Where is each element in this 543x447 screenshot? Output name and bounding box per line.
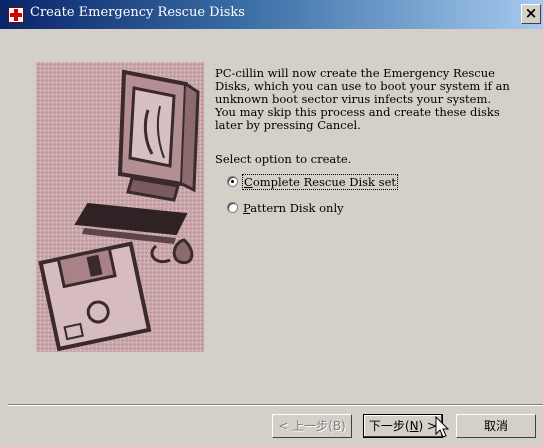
option-label-rest: omplete Rescue Disk set [252, 175, 396, 189]
radio-button-unchecked[interactable] [227, 202, 238, 213]
separator-highlight [8, 405, 543, 406]
next-button[interactable]: 下一步(N) > [363, 414, 443, 438]
back-button[interactable]: < 上一步(B) [272, 414, 352, 438]
intro-message: PC-cillin will now create the Emergency … [215, 66, 510, 132]
mnemonic-letter: C [244, 175, 253, 189]
rescue-cross-icon [8, 7, 24, 23]
cancel-button[interactable]: 取消 [456, 414, 536, 438]
select-option-label: Select option to create. [215, 152, 352, 166]
option-label: Complete Rescue Disk set [242, 174, 398, 190]
next-mnemonic: N [409, 419, 419, 433]
title-bar[interactable]: Create Emergency Rescue Disks × [0, 0, 543, 29]
option-complete-rescue-disk-set[interactable]: Complete Rescue Disk set [227, 174, 398, 191]
next-label: 下一步( [368, 419, 410, 433]
window-title: Create Emergency Rescue Disks [30, 5, 245, 20]
option-pattern-disk-only[interactable]: Pattern Disk only [227, 201, 344, 217]
rescue-disk-dialog: Create Emergency Rescue Disks × PC-cilli… [0, 0, 543, 447]
option-label: Pattern Disk only [243, 201, 344, 215]
mouse-pointer-icon [435, 416, 450, 438]
radio-button-checked[interactable] [227, 176, 238, 187]
close-button[interactable]: × [521, 4, 541, 24]
illustration-art [36, 62, 204, 352]
computer-floppy-illustration [36, 62, 204, 352]
option-label-rest: attern Disk only [250, 201, 344, 215]
